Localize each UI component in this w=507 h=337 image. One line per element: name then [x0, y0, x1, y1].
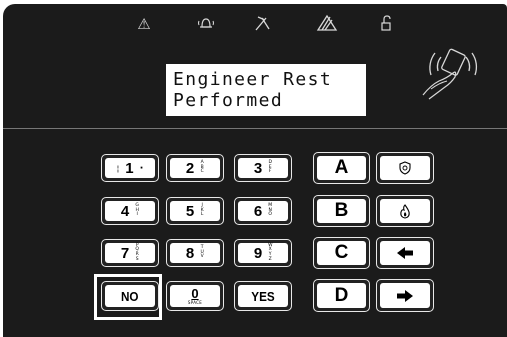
key-1-right-mark: · — [139, 162, 144, 174]
warning-triangle-icon: ⚠ — [137, 15, 151, 33]
key-9[interactable]: 9 WXYZ — [234, 239, 292, 267]
key-1-left-mark: ¦ — [116, 163, 120, 173]
key-2[interactable]: 2 ABC — [166, 154, 224, 182]
key-8[interactable]: 8 TUV — [166, 239, 224, 267]
key-a[interactable]: A — [313, 152, 370, 184]
arrow-left-icon — [397, 247, 413, 259]
key-1[interactable]: ¦ 1 · — [101, 154, 159, 182]
key-0[interactable]: 0 SPACE — [166, 281, 224, 311]
tamper-icon — [315, 14, 339, 37]
key-6-letters: MNO — [268, 203, 273, 218]
panel-divider — [3, 128, 507, 129]
fire-key[interactable] — [376, 195, 434, 227]
key-2-letters: ABC — [200, 160, 204, 175]
key-9-letters: WXYZ — [268, 242, 273, 262]
key-7[interactable]: 7 PQRS — [101, 239, 159, 267]
key-b[interactable]: B — [313, 195, 370, 227]
key-4-letters: GHI — [135, 203, 139, 218]
bell-icon — [194, 14, 218, 37]
key-d[interactable]: D — [313, 279, 370, 312]
key-9-label: 9 — [253, 244, 263, 262]
yes-key[interactable]: YES — [234, 281, 292, 311]
key-4[interactable]: 4 GHI — [101, 197, 159, 225]
fire-icon — [400, 203, 410, 219]
arrow-right-icon — [397, 289, 413, 302]
police-shield-icon — [399, 161, 411, 175]
key-7-label: 7 — [120, 244, 130, 262]
unlocked-padlock-icon — [375, 14, 399, 37]
left-arrow-key[interactable] — [376, 237, 434, 269]
yes-key-label: YES — [251, 288, 275, 304]
display-line-1: Engineer Rest — [173, 69, 333, 90]
key-3-label: 3 — [253, 159, 263, 177]
selection-highlight — [94, 274, 162, 320]
key-1-label: 1 — [125, 159, 134, 177]
key-6-label: 6 — [253, 202, 263, 220]
antenna-icon — [250, 14, 274, 37]
proximity-tag-icon[interactable] — [417, 45, 483, 103]
key-5[interactable]: 5 JKL — [166, 197, 224, 225]
key-4-label: 4 — [120, 202, 130, 220]
lcd-display: Engineer Rest Performed — [166, 64, 366, 116]
key-0-label: 0 — [191, 286, 199, 301]
key-a-label: A — [334, 157, 349, 178]
police-key[interactable] — [376, 152, 434, 184]
key-c-label: C — [334, 242, 349, 263]
key-8-label: 8 — [185, 244, 195, 262]
key-2-label: 2 — [185, 159, 195, 177]
right-arrow-key[interactable] — [376, 279, 434, 312]
key-8-letters: TUV — [200, 245, 204, 260]
key-5-letters: JKL — [200, 203, 204, 218]
display-line-2: Performed — [173, 90, 284, 111]
key-0-space-label: SPACE — [187, 300, 203, 305]
key-b-label: B — [334, 200, 349, 221]
key-5-label: 5 — [185, 202, 195, 220]
key-c[interactable]: C — [313, 237, 370, 269]
key-7-letters: PQRS — [135, 242, 139, 262]
key-3[interactable]: 3 DEF — [234, 154, 292, 182]
key-3-letters: DEF — [268, 160, 272, 175]
key-d-label: D — [334, 284, 349, 306]
key-6[interactable]: 6 MNO — [234, 197, 292, 225]
